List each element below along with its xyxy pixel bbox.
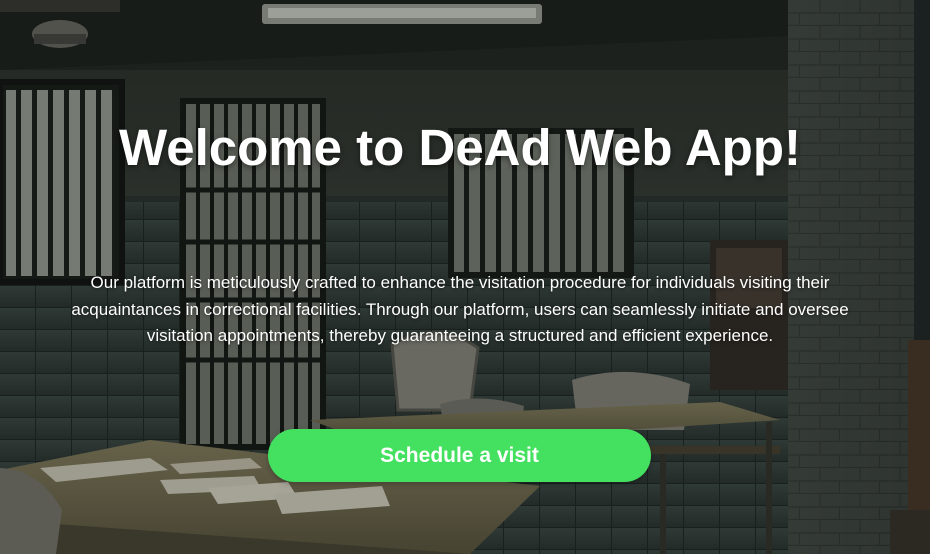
hero-description: Our platform is meticulously crafted to … — [71, 273, 849, 345]
page-title: Welcome to DeAd Web App! — [119, 119, 801, 176]
schedule-visit-button[interactable]: Schedule a visit — [268, 429, 651, 482]
hero-section: Welcome to DeAd Web App! Our platform is… — [0, 0, 930, 554]
hero-content: Welcome to DeAd Web App! Our platform is… — [0, 0, 930, 554]
